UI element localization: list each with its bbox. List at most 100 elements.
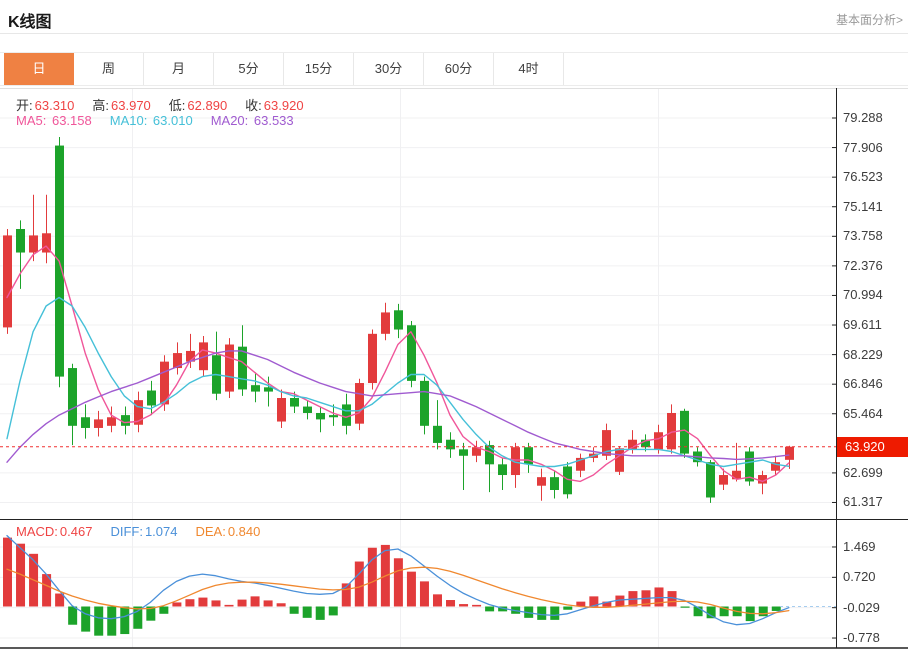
macd-hist-bar <box>289 606 299 614</box>
ohlc-legend-close-label: 收: <box>245 98 262 113</box>
candle-body <box>107 417 116 426</box>
macd-hist-bar <box>393 558 403 607</box>
macd-hist-bar <box>107 606 117 636</box>
price-tick-label: 77.906 <box>843 139 883 155</box>
macd-hist-bar <box>81 606 91 632</box>
macd-hist-bar <box>328 606 338 616</box>
macd-hist-bar <box>3 537 12 607</box>
macd-legend-diff-label: DIFF: <box>110 524 143 539</box>
macd-hist-bar <box>172 602 182 607</box>
macd-legend-macd-label: MACD: <box>16 524 58 539</box>
macd-hist-bar <box>224 604 234 607</box>
ma-legend-ma20-value: 63.533 <box>253 113 294 128</box>
macd-hist-bar <box>237 599 247 607</box>
candle-body <box>277 398 286 422</box>
ohlc-legend-open-value: 63.310 <box>34 98 75 113</box>
macd-hist-bar <box>263 600 273 607</box>
macd-tick-label: -0.029 <box>843 599 880 615</box>
candle-body <box>290 398 299 407</box>
ohlc-legend-low-value: 62.890 <box>187 98 228 113</box>
candle-body <box>381 312 390 334</box>
macd-hist-bar <box>198 597 208 607</box>
ohlc-legend-low-label: 低: <box>168 98 186 113</box>
price-tick-label: 76.523 <box>843 169 883 185</box>
macd-hist-bar <box>302 606 312 618</box>
macd-hist-bar <box>211 600 221 607</box>
candle-body <box>94 419 103 428</box>
macd-hist-bar <box>758 606 768 617</box>
candle-body <box>16 228 25 253</box>
macd-hist-bar <box>563 606 573 610</box>
macd-hist-bar <box>485 606 495 612</box>
macd-hist-bar <box>133 606 143 629</box>
macd-hist-bar <box>771 606 781 611</box>
price-tick-label: 66.846 <box>843 376 883 392</box>
price-tick-label: 75.141 <box>843 198 883 214</box>
macd-legend-dea-value: 0.840 <box>227 524 261 539</box>
macd-hist-bar <box>472 604 482 607</box>
candle-body <box>615 448 624 472</box>
ma-legend-ma10-label: MA10: <box>109 113 151 128</box>
price-tick-label: 69.611 <box>843 317 882 333</box>
candle-body <box>537 477 546 486</box>
macd-hist-bar <box>68 606 78 625</box>
macd-tick-label: 0.720 <box>843 569 876 585</box>
ma-legend-ma5-label: MA5: <box>16 113 50 128</box>
ohlc-legend-close-value: 63.920 <box>263 98 304 113</box>
price-tick-label: 72.376 <box>843 257 883 273</box>
candle-body <box>147 390 156 406</box>
candle-body <box>329 415 338 418</box>
macd-legend: MACD: 0.467 DIFF: 1.074 DEA: 0.840 <box>16 524 278 539</box>
kline-page: K线图 基本面分析> 日周月 5分 15分 30分 60分 4时 开: 63.310 高: 63… <box>0 0 908 649</box>
macd-legend-diff-value: 1.074 <box>144 524 178 539</box>
candle-body <box>81 417 90 428</box>
macd-legend-dea-label: DEA: <box>195 524 226 539</box>
candle-body <box>420 380 429 426</box>
ohlc-legend-open-label: 开: <box>16 98 33 113</box>
macd-hist-bar <box>680 606 690 608</box>
candle-body <box>706 462 715 498</box>
ohlc-legend-high-label: 高: <box>92 98 110 113</box>
candle-body <box>251 385 260 392</box>
macd-hist-bar <box>459 604 469 607</box>
candle-body <box>498 464 507 476</box>
candle-body <box>316 412 325 420</box>
candle-body <box>68 368 77 426</box>
macd-hist-bar <box>550 606 560 620</box>
candle-body <box>238 346 247 390</box>
ohlc-legend-high-value: 63.970 <box>111 98 151 113</box>
macd-hist-bar <box>432 594 442 607</box>
ma-legend-ma5-value: 63.158 <box>51 113 92 128</box>
macd-tick-label: -0.778 <box>843 630 880 646</box>
macd-hist-bar <box>315 606 325 620</box>
price-tick-label: 73.758 <box>843 228 883 244</box>
price-tick-label: 62.699 <box>843 464 883 480</box>
price-tick-label: 70.994 <box>843 287 883 303</box>
macd-hist-bar <box>159 606 169 614</box>
macd-legend-macd-value: 0.467 <box>59 524 93 539</box>
candle-body <box>29 235 38 253</box>
price-tick-label: 65.464 <box>843 405 883 421</box>
ma-legend-ma10-value: 63.010 <box>152 113 193 128</box>
candle-body <box>550 477 559 490</box>
macd-hist-bar <box>706 606 716 619</box>
candle-body <box>342 404 351 426</box>
macd-hist-bar <box>276 603 286 607</box>
macd-hist-bar <box>419 581 429 607</box>
price-tick-label: 61.317 <box>843 494 883 510</box>
macd-hist-bar <box>250 596 260 607</box>
candle-body <box>303 406 312 413</box>
macd-hist-bar <box>185 599 195 607</box>
candle-body <box>433 425 442 443</box>
ohlc-legend: 开: 63.310 高: 63.970 低: 62.890 收: 63.920 <box>16 95 322 114</box>
candle-body <box>459 449 468 456</box>
candle-body <box>394 310 403 330</box>
candle-body <box>446 439 455 450</box>
candle-body <box>3 235 12 328</box>
macd-hist-bar <box>446 600 456 607</box>
current-price-badge: 63.920 <box>837 437 908 457</box>
candle-body <box>732 470 741 480</box>
price-tick-label: 79.288 <box>843 110 883 125</box>
macd-hist-bar <box>537 606 547 620</box>
candle-body <box>121 415 130 426</box>
